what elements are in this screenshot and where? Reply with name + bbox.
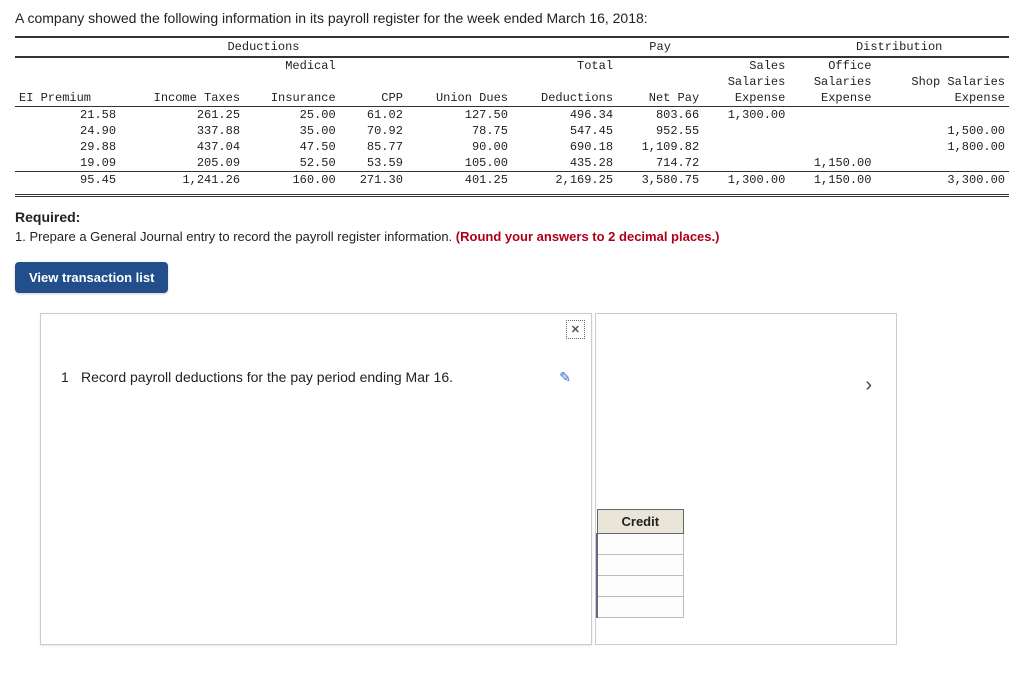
group-distribution: Distribution [789, 37, 1009, 57]
col-netpay: Net Pay [617, 90, 703, 107]
instruction-panel: ✕ 1 Record payroll deductions for the pa… [40, 313, 592, 645]
col-shop: Expense [875, 90, 1009, 107]
view-transaction-list-button[interactable]: View transaction list [15, 262, 168, 293]
group-pay: Pay [617, 37, 703, 57]
col-sales: Expense [703, 90, 789, 107]
payroll-register-table: Deductions Pay Distribution Medical Tota… [15, 36, 1009, 197]
required-label: Required: [15, 209, 1009, 225]
col-union: Union Dues [407, 90, 512, 107]
table-row: 24.90337.8835.0070.9278.75547.45952.551,… [15, 123, 1009, 139]
instruction-text: Record payroll deductions for the pay pe… [81, 369, 551, 385]
table-row: 29.88437.0447.5085.7790.00690.181,109.82… [15, 139, 1009, 155]
close-icon[interactable]: ✕ [566, 320, 585, 339]
edit-icon[interactable]: ✎ [559, 369, 571, 386]
register-body: 21.58261.2525.0061.02127.50496.34803.661… [15, 107, 1009, 196]
instruction-number: 1 [61, 369, 81, 385]
intro-text: A company showed the following informati… [15, 10, 1009, 26]
totals-row: 95.451,241.26160.00271.30401.252,169.253… [15, 172, 1009, 189]
col-med: Insurance [244, 90, 340, 107]
col-ei: EI Premium [15, 90, 120, 107]
table-row: 21.58261.2525.0061.02127.50496.34803.661… [15, 107, 1009, 124]
col-office: Expense [789, 90, 875, 107]
col-cpp: CPP [340, 90, 407, 107]
table-row: 19.09205.0952.5053.59105.00435.28714.721… [15, 155, 1009, 172]
col-inc: Income Taxes [120, 90, 244, 107]
group-deductions: Deductions [15, 37, 512, 57]
col-total: Deductions [512, 90, 617, 107]
right-nav-panel: › Credit [595, 313, 897, 645]
credit-header: Credit [597, 510, 684, 534]
credit-table[interactable]: Credit [596, 509, 684, 618]
chevron-right-icon[interactable]: › [865, 374, 872, 397]
required-line: 1. Prepare a General Journal entry to re… [15, 229, 1009, 244]
